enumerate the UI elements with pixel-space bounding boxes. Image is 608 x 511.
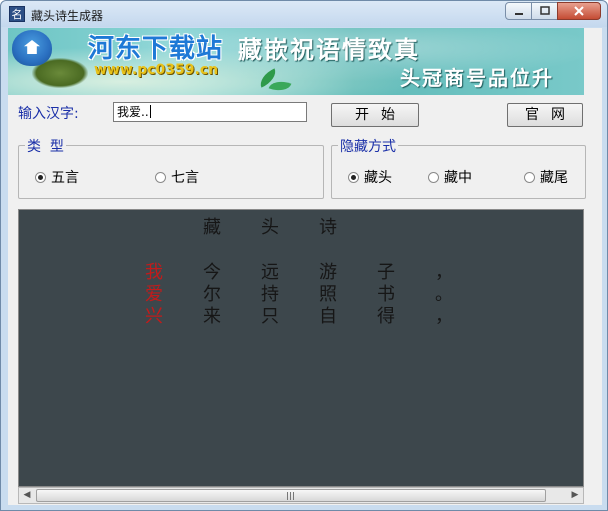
radio-indicator <box>155 171 166 183</box>
minimize-icon <box>514 13 523 15</box>
poem-char: 自 <box>319 306 337 327</box>
banner-subtitle: 头冠商号品位升 <box>400 66 554 90</box>
horizontal-scrollbar[interactable]: ◀ ▶ <box>18 487 584 504</box>
radio-indicator <box>35 171 46 183</box>
poem-char-hidden: 兴 <box>145 306 163 327</box>
site-logo-icon <box>12 30 52 66</box>
app-icon: 名 <box>9 6 25 22</box>
radio-indicator <box>524 171 535 183</box>
official-site-button[interactable]: 官网 <box>507 103 583 127</box>
banner-image: 河东下载站 www.pc0359.cn 藏嵌祝语情致真 头冠商号品位升 <box>8 28 584 95</box>
radio-hide-head[interactable]: 藏头 <box>348 167 392 187</box>
poem-title-char: 头 <box>261 217 279 238</box>
poem-char: 得 <box>377 306 395 327</box>
minimize-button[interactable] <box>505 2 532 20</box>
grip-icon <box>287 492 295 500</box>
type-group-legend: 类 型 <box>25 136 66 156</box>
radio-five-char[interactable]: 五言 <box>35 167 79 187</box>
text-caret <box>149 105 151 118</box>
poem-title-char: 诗 <box>319 217 337 238</box>
radio-seven-char[interactable]: 七言 <box>155 167 199 187</box>
banner-title: 藏嵌祝语情致真 <box>238 36 420 64</box>
client-area: 河东下载站 www.pc0359.cn 藏嵌祝语情致真 头冠商号品位升 输入汉字… <box>8 28 602 505</box>
app-window: 名 藏头诗生成器 河东下载站 www.pc0359.cn 藏嵌祝语情致真 头冠商… <box>0 0 608 511</box>
poem-char: 来 <box>203 306 221 327</box>
poem-punct: ， <box>435 306 453 327</box>
input-value: 我爱.. <box>117 105 149 119</box>
scrollbar-thumb[interactable] <box>36 489 546 502</box>
close-icon <box>574 6 584 16</box>
hide-mode-legend: 隐藏方式 <box>338 136 398 156</box>
poem-title-char: 藏 <box>203 217 221 238</box>
start-button[interactable]: 开始 <box>331 103 419 127</box>
input-label: 输入汉字: <box>18 106 79 122</box>
type-group: 类 型 五言 七言 <box>18 136 324 199</box>
close-button[interactable] <box>557 2 601 20</box>
radio-indicator <box>428 171 439 183</box>
poem-output-area[interactable]: 藏 头 诗 我 今 远 游 子 ， 爱 尔 持 照 书 。 兴 来 只 自 得 … <box>18 209 584 487</box>
scroll-left-arrow-icon[interactable]: ◀ <box>19 488 35 503</box>
maximize-icon <box>539 6 550 15</box>
window-title: 藏头诗生成器 <box>31 9 104 23</box>
radio-indicator <box>348 171 359 183</box>
hide-mode-group: 隐藏方式 藏头 藏中 藏尾 <box>331 136 586 199</box>
scroll-right-arrow-icon[interactable]: ▶ <box>567 488 583 503</box>
site-name: 河东下载站 <box>88 34 224 64</box>
title-bar[interactable]: 名 藏头诗生成器 <box>1 1 607 27</box>
site-url: www.pc0359.cn <box>94 62 219 78</box>
radio-hide-middle[interactable]: 藏中 <box>428 167 472 187</box>
window-controls <box>505 2 601 20</box>
maximize-button[interactable] <box>531 2 558 20</box>
chinese-text-input[interactable]: 我爱.. <box>113 102 307 122</box>
poem-char: 只 <box>261 306 279 327</box>
radio-hide-tail[interactable]: 藏尾 <box>524 167 568 187</box>
